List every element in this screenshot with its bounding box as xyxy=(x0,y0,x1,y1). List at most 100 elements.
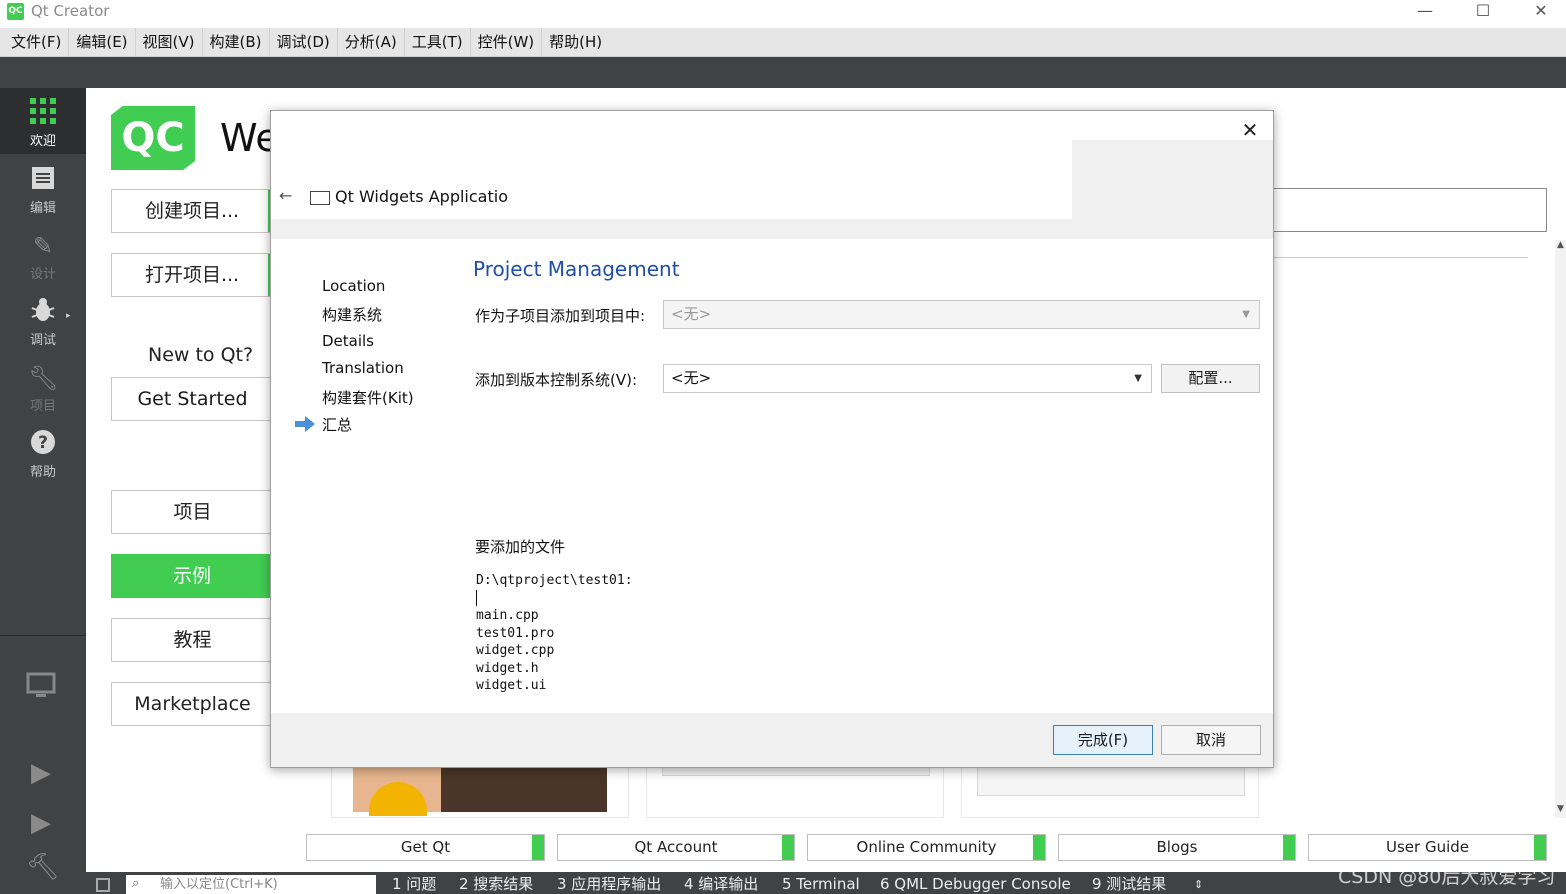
user-guide-button[interactable]: User Guide xyxy=(1308,834,1547,861)
output-tab-search-results[interactable]: 2 搜索结果 xyxy=(459,875,533,894)
wizard-step-translation: Translation xyxy=(322,359,404,377)
file-item: widget.h xyxy=(476,660,539,676)
mode-label: 欢迎 xyxy=(29,134,56,149)
build-hammer-icon[interactable]: 🔨︎ xyxy=(26,852,59,882)
output-tab-issues[interactable]: 1 问题 xyxy=(392,875,436,894)
section-title: Project Management xyxy=(473,257,680,281)
search-icon: ⌕ xyxy=(132,876,140,891)
get-qt-button[interactable]: Get Qt xyxy=(306,834,545,861)
combo-value: <无> xyxy=(671,305,712,323)
wizard-step-location: Location xyxy=(322,277,386,295)
pencil-icon: ✎ xyxy=(32,232,54,260)
widgets-app-icon xyxy=(310,191,330,205)
chevron-down-icon: ▼ xyxy=(1242,309,1250,320)
qt-logo-icon: QC xyxy=(111,106,195,170)
back-arrow-icon[interactable]: ← xyxy=(279,186,292,205)
wizard-step-details: Details xyxy=(322,332,375,350)
tutorials-tab[interactable]: 教程 xyxy=(111,618,273,662)
add-as-subproject-label: 作为子项目添加到项目中: xyxy=(475,307,646,325)
combo-value: <无> xyxy=(671,369,712,387)
get-started-button[interactable]: Get Started xyxy=(111,377,273,421)
bug-icon xyxy=(28,297,58,327)
text-cursor xyxy=(476,590,477,606)
menu-analyze[interactable]: 分析(A) xyxy=(338,28,405,56)
open-project-button[interactable]: 打开项目... xyxy=(111,253,273,297)
vcs-combo[interactable]: <无> ▼ xyxy=(663,364,1152,393)
mode-label: 帮助 xyxy=(29,465,56,480)
mode-design[interactable]: ✎ 设计 xyxy=(0,221,86,287)
mode-help[interactable]: ? 帮助 xyxy=(0,419,86,485)
minimize-button[interactable]: — xyxy=(1401,0,1449,24)
cancel-button[interactable]: 取消 xyxy=(1161,725,1261,755)
svg-text:?: ? xyxy=(38,433,48,453)
wizard-step-kits: 构建套件(Kit) xyxy=(322,389,414,407)
grid-icon xyxy=(28,98,58,128)
projects-tab[interactable]: 项目 xyxy=(111,490,273,534)
dialog-header-strip xyxy=(1072,140,1273,219)
output-tab-compile-output[interactable]: 4 编译输出 xyxy=(684,875,758,894)
examples-tab[interactable]: 示例 xyxy=(111,554,273,598)
output-tab-test-results[interactable]: 9 测试结果 xyxy=(1092,875,1166,894)
mode-label: 设计 xyxy=(29,267,56,282)
examples-search-input[interactable] xyxy=(1268,188,1547,232)
menu-file[interactable]: 文件(F) xyxy=(4,28,70,56)
output-tab-terminal[interactable]: 5 Terminal xyxy=(782,875,860,894)
file-item: main.cpp xyxy=(476,608,539,623)
menu-bar: 文件(F) 编辑(E) 视图(V) 构建(B) 调试(D) 分析(A) 工具(T… xyxy=(0,28,1566,57)
mode-bar-separator xyxy=(0,635,86,636)
dialog-header-strip xyxy=(271,219,1273,239)
menu-edit[interactable]: 编辑(E) xyxy=(69,28,136,56)
menu-build[interactable]: 构建(B) xyxy=(203,28,270,56)
output-tab-qml-console[interactable]: 6 QML Debugger Console xyxy=(880,875,1071,894)
maximize-button[interactable]: ☐ xyxy=(1459,0,1507,24)
wizard-step-summary: 汇总 xyxy=(322,416,353,434)
files-list: D:\qtproject\test01: main.cpp test01.pro… xyxy=(476,572,633,695)
toolbar-strip xyxy=(0,57,1566,88)
mode-debug[interactable]: 调试 xyxy=(0,287,86,353)
submenu-arrow-icon: ▸ xyxy=(66,311,71,321)
dialog-header-title: Qt Widgets Applicatio xyxy=(335,187,508,206)
scrollbar[interactable] xyxy=(1555,240,1566,818)
mode-label: 调试 xyxy=(29,333,56,348)
files-directory: D:\qtproject\test01: xyxy=(476,573,633,588)
mode-projects[interactable]: 🔧︎ 项目 xyxy=(0,353,86,419)
finish-button[interactable]: 完成(F) xyxy=(1053,725,1153,755)
more-tabs-icon[interactable]: ⇕ xyxy=(1194,875,1203,894)
output-tab-app-output[interactable]: 3 应用程序输出 xyxy=(557,875,661,894)
qt-account-button[interactable]: Qt Account xyxy=(557,834,795,861)
online-community-button[interactable]: Online Community xyxy=(807,834,1046,861)
file-item: widget.ui xyxy=(476,678,547,693)
blogs-button[interactable]: Blogs xyxy=(1058,834,1296,861)
menu-view[interactable]: 视图(V) xyxy=(136,28,203,56)
mode-welcome[interactable]: 欢迎 xyxy=(0,88,86,154)
file-item: test01.pro xyxy=(476,625,555,641)
new-to-qt-label: New to Qt? xyxy=(148,344,254,366)
title-bar xyxy=(0,0,1566,28)
monitor-icon[interactable] xyxy=(26,670,56,700)
menu-controls[interactable]: 控件(W) xyxy=(471,28,543,56)
mode-edit[interactable]: 编辑 xyxy=(0,155,86,221)
menu-tools[interactable]: 工具(T) xyxy=(405,28,471,56)
scroll-up-icon[interactable]: ▲ xyxy=(1555,240,1566,252)
menu-help[interactable]: 帮助(H) xyxy=(542,28,609,56)
edit-icon xyxy=(28,165,58,195)
scroll-down-icon[interactable]: ▼ xyxy=(1555,804,1566,816)
files-to-add-label: 要添加的文件 xyxy=(475,538,566,556)
locator-input[interactable]: 输入以定位(Ctrl+K) xyxy=(126,875,376,894)
run-icon[interactable]: ▶ xyxy=(26,758,56,788)
configure-button[interactable]: 配置... xyxy=(1161,364,1260,393)
separator xyxy=(1270,257,1528,258)
watermark: CSDN @80后大叔爱学习 xyxy=(1338,866,1556,888)
add-as-subproject-combo[interactable]: <无> ▼ xyxy=(663,300,1260,329)
mode-label: 编辑 xyxy=(29,201,56,216)
toggle-sidebar-icon[interactable] xyxy=(96,878,110,892)
debug-run-icon[interactable]: ▶ xyxy=(26,808,56,838)
dialog-close-button[interactable]: ✕ xyxy=(1238,118,1262,142)
marketplace-tab[interactable]: Marketplace xyxy=(111,682,273,726)
window-close-button[interactable]: ✕ xyxy=(1517,0,1565,24)
current-step-arrow-icon xyxy=(295,416,315,432)
menu-debug[interactable]: 调试(D) xyxy=(270,28,338,56)
qt-creator-logo-icon: QC xyxy=(7,3,24,20)
create-project-button[interactable]: 创建项目... xyxy=(111,189,273,233)
